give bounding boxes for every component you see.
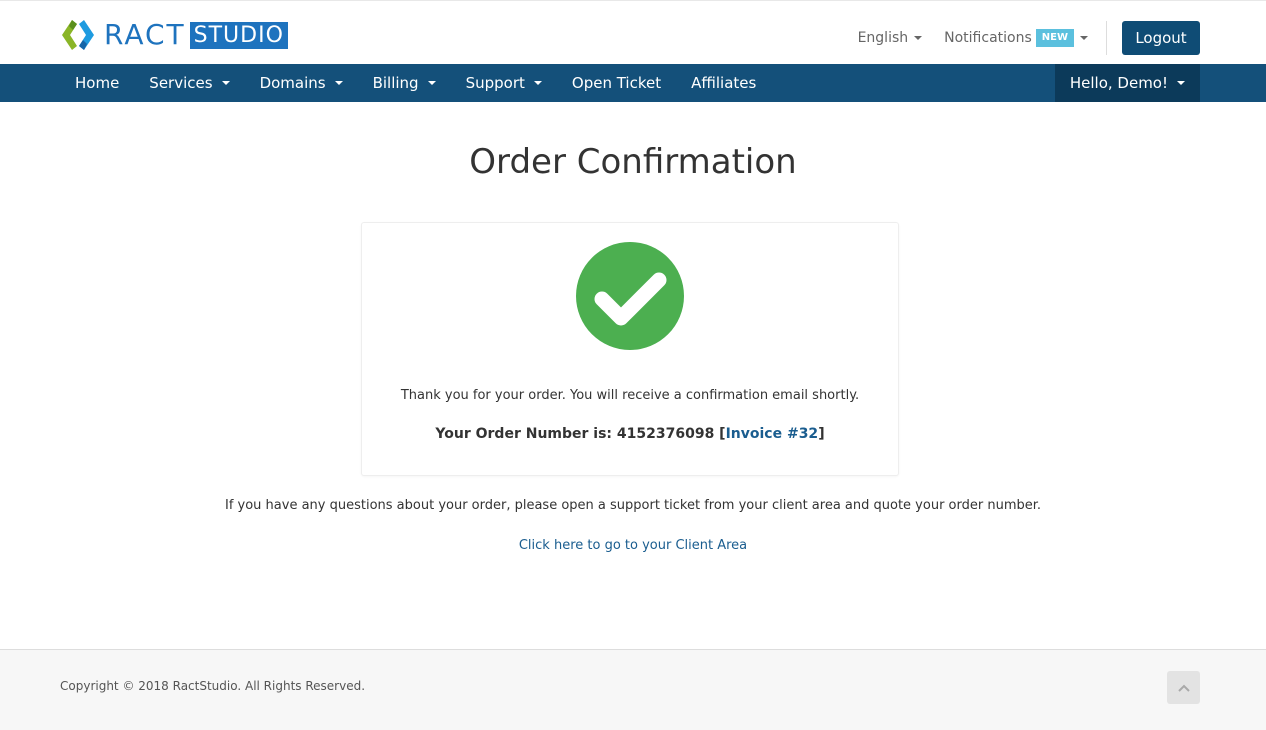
nav-item-label: Services [149,74,213,92]
support-instructions: If you have any questions about your ord… [224,498,1042,513]
nav-item-open-ticket[interactable]: Open Ticket [557,64,676,102]
nav-item-label: Affiliates [691,74,757,92]
header-divider [1106,21,1107,55]
footer: Copyright © 2018 RactStudio. All Rights … [0,649,1266,730]
caret-down-icon [427,81,436,85]
notifications-new-badge: NEW [1035,29,1074,47]
order-number-text: Your Order Number is: 4152376098 [ [435,426,726,442]
language-dropdown[interactable]: English [858,30,923,46]
back-to-top-button[interactable] [1167,671,1200,704]
header-actions: English Notifications NEW Logout [858,21,1200,55]
brand-logo[interactable]: RACT STUDIO [60,18,288,52]
nav-items: Home Services Domains Billing Support Op… [60,64,771,102]
main-content: Order Confirmation Thank you for your or… [0,102,1266,649]
nav-item-label: Domains [259,74,326,92]
nav-item-domains[interactable]: Domains [245,64,358,102]
page-title: Order Confirmation [469,142,797,182]
language-label: English [857,30,909,46]
nav-item-affiliates[interactable]: Affiliates [676,64,771,102]
copyright-text: Copyright © 2018 RactStudio. All Rights … [60,679,366,693]
client-area-link[interactable]: Click here to go to your Client Area [519,538,747,553]
thank-you-message: Thank you for your order. You will recei… [400,388,860,403]
invoice-link[interactable]: Invoice #32 [726,426,819,442]
success-check-icon [576,242,684,350]
check-icon [594,272,667,326]
caret-down-icon [914,36,923,40]
brand-name-part1: RACT [104,18,186,51]
user-greeting: Hello, Demo! [1069,74,1168,92]
notifications-dropdown[interactable]: Notifications NEW [944,29,1088,47]
nav-item-services[interactable]: Services [134,64,244,102]
nav-item-label: Home [75,74,120,92]
order-number-suffix: ] [818,426,825,442]
caret-down-icon [533,81,542,85]
logout-button[interactable]: Logout [1122,21,1200,55]
nav-item-billing[interactable]: Billing [358,64,451,102]
nav-item-support[interactable]: Support [451,64,557,102]
caret-down-icon [1177,81,1185,85]
order-confirmation-card: Thank you for your order. You will recei… [361,222,899,476]
caret-down-icon [334,81,343,85]
main-navbar: Home Services Domains Billing Support Op… [0,64,1266,102]
user-menu-dropdown[interactable]: Hello, Demo! [1054,64,1200,102]
header: RACT STUDIO English Notifications NEW Lo… [0,0,1266,64]
client-area-link-row: Click here to go to your Client Area [0,538,1266,553]
chevron-up-icon [1177,684,1190,692]
caret-down-icon [221,81,230,85]
nav-item-label: Support [465,74,525,92]
caret-down-icon [1080,36,1088,40]
order-number-line: Your Order Number is: 4152376098 [Invoic… [362,426,898,442]
notifications-label: Notifications [944,30,1032,46]
logo-mark-icon [62,20,94,50]
nav-item-label: Open Ticket [571,74,662,92]
brand-name-part2: STUDIO [189,21,288,49]
nav-item-label: Billing [372,74,419,92]
nav-item-home[interactable]: Home [60,64,134,102]
